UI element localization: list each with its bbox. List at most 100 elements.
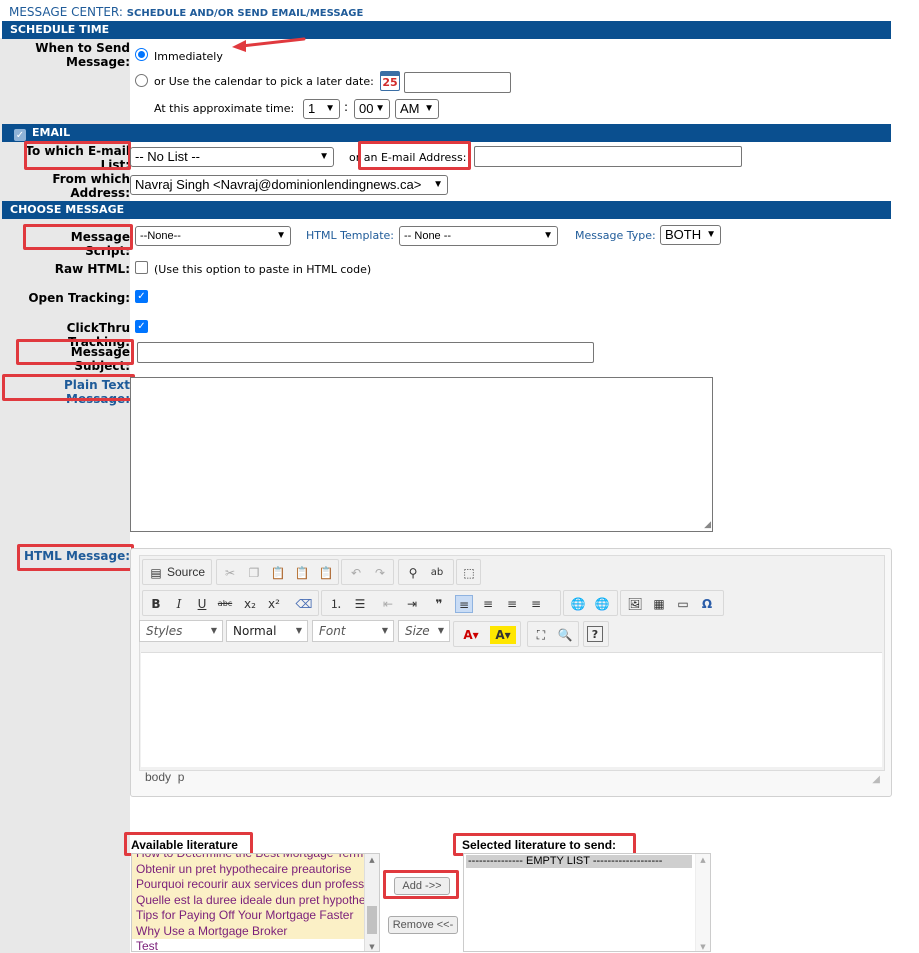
bold-icon[interactable]: B [147, 595, 165, 613]
available-literature-list[interactable]: How to Determine the Best Mortgage Term … [131, 853, 380, 952]
paste-text-icon[interactable]: 📋 [293, 564, 311, 582]
message-script-select[interactable]: --None-- ▼ [135, 226, 291, 246]
path-p[interactable]: p [178, 770, 185, 784]
table-icon[interactable]: ▦ [650, 595, 668, 613]
html-editor-content[interactable] [141, 652, 882, 767]
size-combo[interactable]: Size ▼ [398, 620, 450, 642]
align-right-icon[interactable]: ≡ [503, 595, 521, 613]
redo-icon[interactable]: ↷ [371, 564, 389, 582]
message-type-select[interactable]: BOTH ▼ [660, 225, 721, 245]
source-button[interactable]: Source [167, 565, 205, 579]
plain-text-textarea[interactable]: ◢ [130, 377, 713, 532]
html-template-select[interactable]: -- None -- ▼ [399, 226, 558, 246]
available-list-scrollbar[interactable]: ▲ ▼ [364, 854, 379, 951]
selected-literature-list[interactable]: --------------- EMPTY LIST -------------… [463, 853, 711, 952]
list-item[interactable]: Pourquoi recourir aux services dun profe… [132, 877, 379, 893]
align-left-icon[interactable]: ≡ [455, 595, 473, 613]
remove-literature-button[interactable]: Remove <<- [388, 916, 458, 934]
underline-icon[interactable]: U [193, 595, 211, 613]
minute-select[interactable]: 00 ▼ [354, 99, 390, 119]
superscript-icon[interactable]: x² [265, 595, 283, 613]
maximize-icon[interactable]: ⛶ [532, 626, 550, 644]
bulleted-list-icon[interactable]: ☰ [351, 595, 369, 613]
align-center-icon[interactable]: ≡ [479, 595, 497, 613]
subscript-icon[interactable]: x₂ [241, 595, 259, 613]
email-address-input[interactable] [474, 146, 742, 167]
section-email: ✓ EMAIL [2, 124, 891, 142]
scroll-up-icon[interactable]: ▲ [696, 856, 710, 864]
hour-select[interactable]: 1 ▼ [303, 99, 340, 119]
image-icon[interactable]: 🖼 [626, 595, 644, 613]
undo-icon[interactable]: ↶ [347, 564, 365, 582]
toolbar-format-group: B I U abc x₂ x² ⌫ [142, 590, 319, 616]
strikethrough-icon[interactable]: abc [216, 595, 234, 613]
raw-html-checkbox[interactable] [135, 261, 148, 274]
blockquote-icon[interactable]: ❞ [430, 595, 448, 613]
time-separator: : [344, 100, 349, 114]
paste-word-icon[interactable]: 📋 [317, 564, 335, 582]
message-subject-input[interactable] [137, 342, 594, 363]
list-item[interactable]: Test [132, 939, 364, 951]
remove-format-icon[interactable]: ⌫ [295, 595, 313, 613]
later-date-input[interactable] [404, 72, 511, 93]
toolbar-link-group: 🌐 🌐 [563, 590, 618, 616]
later-date-radio[interactable] [135, 74, 148, 87]
font-combo[interactable]: Font ▼ [312, 620, 394, 642]
select-all-icon[interactable]: ⬚ [460, 564, 478, 582]
list-item[interactable]: Quelle est la duree ideale dun pret hypo… [132, 892, 379, 908]
scroll-thumb[interactable] [367, 906, 377, 934]
text-color-icon[interactable]: A▾ [458, 626, 484, 644]
editor-resize-icon[interactable]: ◢ [872, 774, 880, 785]
find-icon[interactable]: ⚲ [404, 564, 422, 582]
scroll-up-icon[interactable]: ▲ [365, 856, 379, 864]
bg-color-icon[interactable]: A▾ [490, 626, 516, 644]
styles-combo[interactable]: Styles ▼ [139, 620, 223, 642]
immediately-radio[interactable] [135, 48, 148, 61]
list-item[interactable]: Tips for Paying Off Your Mortgage Faster [132, 908, 364, 924]
special-char-icon[interactable]: Ω [698, 595, 716, 613]
clickthru-tracking-checkbox[interactable]: ✓ [135, 320, 148, 333]
unlink-icon[interactable]: 🌐 [593, 595, 611, 613]
italic-icon[interactable]: I [170, 595, 188, 613]
source-icon: ▤ [150, 566, 162, 580]
email-section-title: EMAIL [32, 126, 71, 139]
toolbar-undo-group: ↶ ↷ [341, 559, 394, 585]
scroll-down-icon[interactable]: ▼ [696, 943, 710, 951]
replace-icon[interactable]: ab [428, 564, 446, 582]
message-type-label: Message Type: [575, 229, 656, 242]
selected-list-scrollbar[interactable]: ▲ ▼ [695, 854, 710, 951]
highlight-plain-text [2, 374, 135, 401]
numbered-list-icon[interactable]: ⒈ [327, 595, 345, 613]
indent-icon[interactable]: ⇥ [403, 595, 421, 613]
link-icon[interactable]: 🌐 [569, 595, 587, 613]
format-combo[interactable]: Normal ▼ [226, 620, 308, 642]
ampm-select[interactable]: AM ▼ [395, 99, 439, 119]
open-tracking-checkbox[interactable]: ✓ [135, 290, 148, 303]
copy-icon[interactable]: ❐ [245, 564, 263, 582]
when-to-send-label: When to Send Message: [35, 41, 130, 69]
available-literature-items: How to Determine the Best Mortgage Term … [132, 854, 379, 951]
from-address-select[interactable]: Navraj Singh <Navraj@dominionlendingnews… [130, 175, 448, 195]
email-enabled-checkbox[interactable]: ✓ [14, 129, 26, 141]
selected-empty-item[interactable]: --------------- EMPTY LIST -------------… [466, 855, 692, 868]
calendar-icon[interactable]: 25 [380, 71, 400, 91]
list-item[interactable]: Obtenir un pret hypothecaire preautorise [132, 861, 364, 877]
email-list-select[interactable]: -- No List -- ▼ [130, 147, 334, 167]
scroll-down-icon[interactable]: ▼ [365, 943, 379, 951]
horizontal-rule-icon[interactable]: ▭ [674, 595, 692, 613]
show-blocks-icon[interactable]: 🔍 [556, 626, 574, 644]
toolbar-source-group: ▤ Source [142, 559, 212, 585]
path-body[interactable]: body [145, 770, 171, 784]
help-icon[interactable]: ? [587, 626, 603, 642]
paste-icon[interactable]: 📋 [269, 564, 287, 582]
align-justify-icon[interactable]: ≡ [527, 595, 545, 613]
list-item[interactable]: Why Use a Mortgage Broker [132, 923, 364, 939]
outdent-icon[interactable]: ⇤ [379, 595, 397, 613]
header-prefix: MESSAGE CENTER: [9, 5, 123, 19]
html-editor: ▤ Source ✂ ❐ 📋 📋 📋 ↶ ↷ ⚲ ab ⬚ B I U abc … [130, 548, 892, 797]
highlight-email-address [358, 141, 471, 170]
list-item[interactable]: How to Determine the Best Mortgage Term [132, 854, 364, 862]
cut-icon[interactable]: ✂ [221, 564, 239, 582]
from-address-label: From which Address: [52, 172, 130, 200]
raw-html-hint: (Use this option to paste in HTML code) [154, 263, 372, 276]
